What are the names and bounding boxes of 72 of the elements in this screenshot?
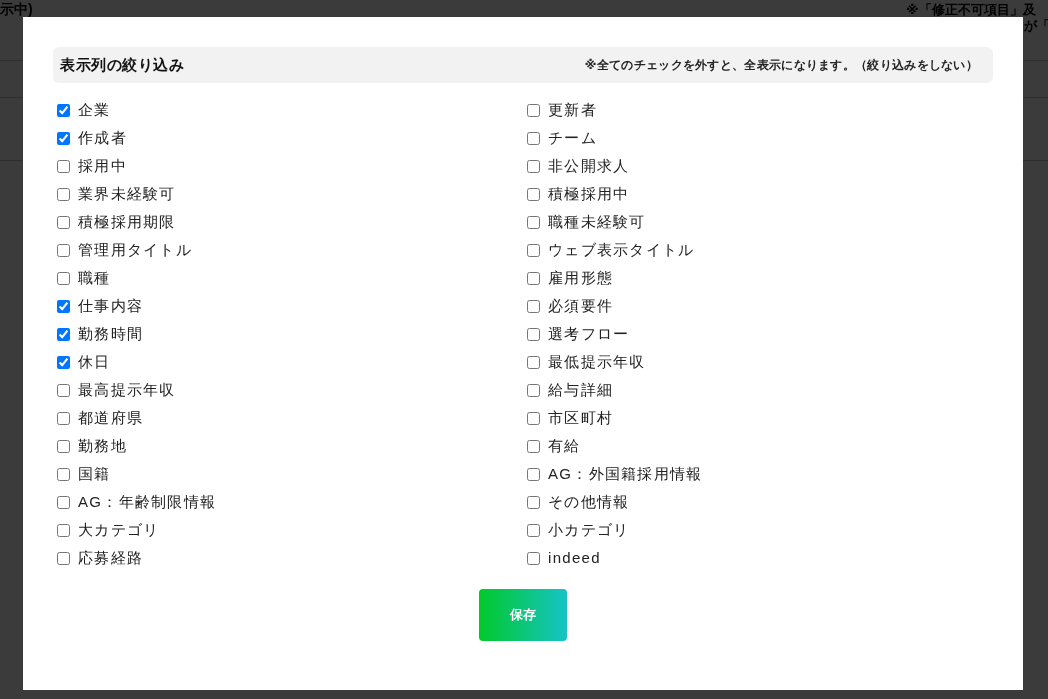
checkbox[interactable] [527, 159, 540, 173]
checkbox[interactable] [527, 103, 540, 117]
checkbox-label[interactable]: その他情報 [548, 493, 630, 511]
checkbox[interactable] [57, 215, 70, 229]
checkbox[interactable] [57, 495, 70, 509]
checkbox[interactable] [57, 383, 70, 397]
checkbox-label[interactable]: 業界未経験可 [78, 185, 176, 203]
checkbox-label[interactable]: 管理用タイトル [78, 241, 193, 259]
checkbox[interactable] [527, 243, 540, 257]
checkbox-label[interactable]: 休日 [78, 353, 111, 371]
checkbox[interactable] [57, 355, 70, 369]
checkbox[interactable] [527, 495, 540, 509]
checkbox-label[interactable]: 選考フロー [548, 325, 630, 343]
checkbox[interactable] [57, 327, 70, 341]
checkbox[interactable] [57, 551, 70, 565]
checkbox[interactable] [57, 411, 70, 425]
checkbox[interactable] [527, 131, 540, 145]
checkbox[interactable] [57, 187, 70, 201]
checkbox-label[interactable]: 勤務時間 [78, 325, 144, 343]
checkbox-label[interactable]: 職種未経験可 [548, 213, 646, 231]
checkbox[interactable] [57, 299, 70, 313]
checkbox-label[interactable]: 最高提示年収 [78, 381, 176, 399]
checkbox-label[interactable]: チーム [548, 129, 597, 147]
checkbox-label[interactable]: 職種 [78, 269, 111, 287]
checkbox[interactable] [527, 523, 540, 537]
checkbox-label[interactable]: 最低提示年収 [548, 353, 646, 371]
checkbox-label[interactable]: 小カテゴリ [548, 521, 630, 539]
checkbox[interactable] [57, 523, 70, 537]
checkbox-label[interactable]: 作成者 [78, 129, 127, 147]
checkbox[interactable] [57, 131, 70, 145]
checkbox-label[interactable]: AG：年齢制限情報 [78, 493, 217, 511]
page-heading-text: 示中) [0, 1, 33, 17]
dialog-note: ※全てのチェックを外すと、全表示になります。（絞り込みをしない） [584, 56, 978, 74]
dialog-title: 表示列の絞り込み [60, 55, 184, 75]
checkbox[interactable] [527, 355, 540, 369]
checkbox[interactable] [57, 439, 70, 453]
checkbox[interactable] [57, 103, 70, 117]
checkbox-label[interactable]: 積極採用期限 [78, 213, 176, 231]
checkbox-label[interactable]: 市区町村 [548, 409, 614, 427]
checkbox[interactable] [527, 551, 540, 565]
checkbox-label[interactable]: 非公開求人 [548, 157, 630, 175]
checkbox-label[interactable]: 有給 [548, 437, 581, 455]
checkbox[interactable] [527, 411, 540, 425]
checkbox[interactable] [57, 467, 70, 481]
checkbox[interactable] [527, 215, 540, 229]
checkbox-label[interactable]: 勤務地 [78, 437, 127, 455]
checkbox-label[interactable]: 大カテゴリ [78, 521, 160, 539]
checkbox-label[interactable]: 採用中 [78, 157, 127, 175]
checkbox-label[interactable]: 更新者 [548, 101, 597, 119]
checkbox[interactable] [57, 243, 70, 257]
checkbox-label[interactable]: 積極採用中 [548, 185, 630, 203]
checkbox[interactable] [527, 187, 540, 201]
checkbox-label[interactable]: 都道府県 [78, 409, 144, 427]
checkbox[interactable] [527, 467, 540, 481]
checkbox-label[interactable]: ウェブ表示タイトル [548, 241, 695, 259]
checkbox[interactable] [527, 299, 540, 313]
checkbox[interactable] [57, 271, 70, 285]
page-note-text: ※「修正不可項目」及 [906, 2, 1036, 17]
checkbox-label[interactable]: 国籍 [78, 465, 111, 483]
checkbox-label[interactable]: 企業 [78, 101, 111, 119]
checkbox[interactable] [527, 439, 540, 453]
checkbox[interactable] [527, 383, 540, 397]
checkbox-label[interactable]: 仕事内容 [78, 297, 144, 315]
checkbox[interactable] [57, 159, 70, 173]
checkbox-label[interactable]: 必須要件 [548, 297, 614, 315]
checkbox[interactable] [527, 271, 540, 285]
checkbox-label[interactable]: 応募経路 [78, 549, 144, 567]
checkbox[interactable] [527, 327, 540, 341]
checkbox-label[interactable]: AG：外国籍採用情報 [548, 465, 703, 483]
checkbox-label[interactable]: 雇用形態 [548, 269, 614, 287]
checkbox-label[interactable]: indeed [548, 549, 601, 567]
checkbox-label[interactable]: 給与詳細 [548, 381, 614, 399]
